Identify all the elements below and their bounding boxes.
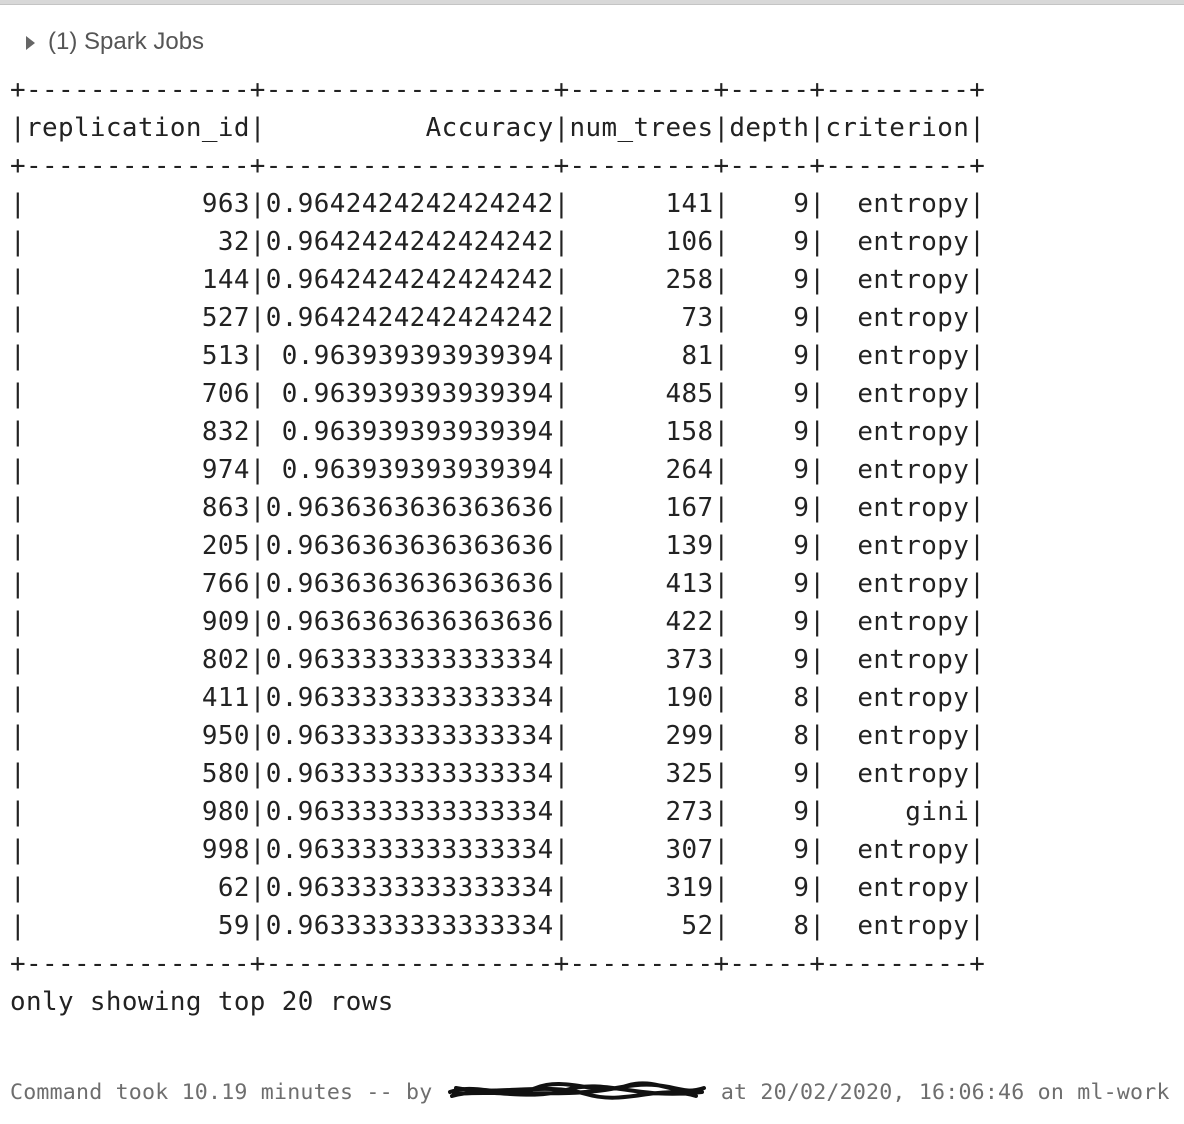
table-border-top: +--------------+------------------+-----… [10, 75, 986, 105]
spark-jobs-label: (1) Spark Jobs [48, 28, 205, 55]
table-row: | 527|0.9642424242424242| 73| 9| entropy… [10, 303, 986, 333]
table-footer-note: only showing top 20 rows [10, 987, 394, 1017]
table-row: | 706| 0.963939393939394| 485| 9| entrop… [10, 379, 986, 409]
table-header-row: |replication_id| Accuracy|num_trees|dept… [10, 113, 986, 143]
table-row: | 963|0.9642424242424242| 141| 9| entrop… [10, 189, 986, 219]
table-row: | 513| 0.963939393939394| 81| 9| entropy… [10, 341, 986, 371]
table-border-header: +--------------+------------------+-----… [10, 151, 986, 181]
command-footer: Command took 10.19 minutes -- by at 20/0… [10, 1078, 1170, 1108]
table-row: | 59|0.9633333333333334| 52| 8| entropy| [10, 911, 986, 941]
table-row: | 580|0.9633333333333334| 325| 9| entrop… [10, 759, 986, 789]
table-row: | 32|0.9642424242424242| 106| 9| entropy… [10, 227, 986, 257]
table-row: | 863|0.9636363636363636| 167| 9| entrop… [10, 493, 986, 523]
cell-output: +--------------+------------------+-----… [10, 71, 985, 1021]
table-row: | 974| 0.963939393939394| 264| 9| entrop… [10, 455, 986, 485]
redacted-scribble-icon [447, 1081, 706, 1100]
table-row: | 411|0.9633333333333334| 190| 8| entrop… [10, 683, 986, 713]
command-at-text: at 20/02/2020, 16:06:46 on ml-work [720, 1080, 1170, 1105]
table-row: | 950|0.9633333333333334| 299| 8| entrop… [10, 721, 986, 751]
table-row: | 62|0.9633333333333334| 319| 9| entropy… [10, 873, 986, 903]
spark-jobs-toggle[interactable]: (1) Spark Jobs [26, 28, 204, 56]
table-row: | 766|0.9636363636363636| 413| 9| entrop… [10, 569, 986, 599]
table-row: | 205|0.9636363636363636| 139| 9| entrop… [10, 531, 986, 561]
table-row: | 980|0.9633333333333334| 273| 9| gini| [10, 797, 986, 827]
table-border-bottom: +--------------+------------------+-----… [10, 949, 986, 979]
table-row: | 832| 0.963939393939394| 158| 9| entrop… [10, 417, 986, 447]
table-row: | 144|0.9642424242424242| 258| 9| entrop… [10, 265, 986, 295]
cell-top-border [0, 0, 1184, 5]
table-row: | 802|0.9633333333333334| 373| 9| entrop… [10, 645, 986, 675]
command-took-text: Command took 10.19 minutes -- by [10, 1080, 433, 1105]
table-row: | 909|0.9636363636363636| 422| 9| entrop… [10, 607, 986, 637]
table-row: | 998|0.9633333333333334| 307| 9| entrop… [10, 835, 986, 865]
expand-caret-icon [26, 35, 35, 50]
